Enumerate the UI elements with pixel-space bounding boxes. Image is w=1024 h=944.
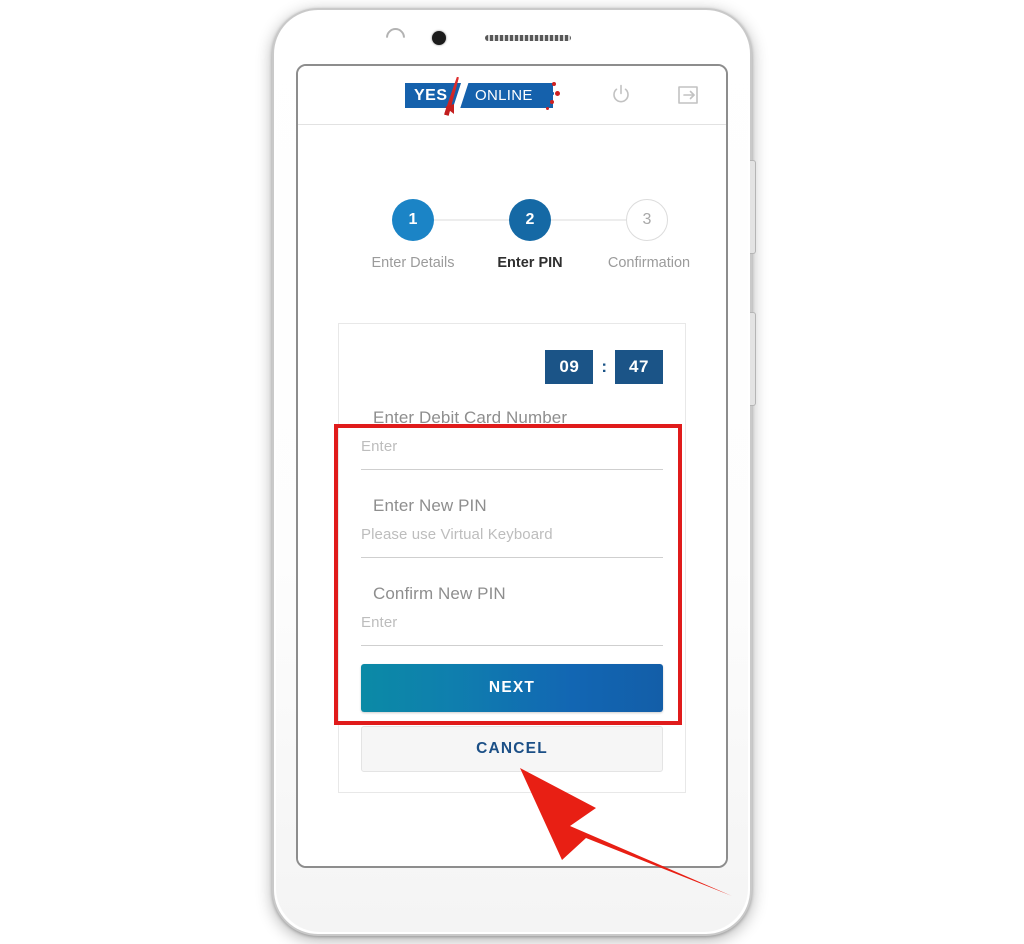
progress-stepper: 1 2 3 Enter Details Enter PIN Confirmati…: [327, 125, 697, 301]
front-camera-icon: [432, 31, 446, 45]
screenshot-root: YES ONLINE 1 2 3 Enter Details Enter PIN…: [0, 0, 1024, 944]
field-new-pin: Enter New PIN Please use Virtual Keyboar…: [339, 470, 685, 558]
logo-text-online: ONLINE: [475, 87, 533, 104]
volume-button[interactable]: [750, 160, 756, 254]
pin-form-card: 09 : 47 Enter Debit Card Number Enter En…: [338, 323, 686, 793]
input-debit-card-number[interactable]: Enter: [361, 438, 663, 470]
step-circle-3[interactable]: 3: [626, 199, 668, 241]
step-circle-2[interactable]: 2: [509, 199, 551, 241]
step-number-1: 1: [408, 211, 418, 228]
step-number-2: 2: [525, 211, 535, 228]
label-debit-card-number: Enter Debit Card Number: [373, 408, 568, 427]
phone-screen: YES ONLINE 1 2 3 Enter Details Enter PIN…: [296, 64, 728, 868]
cancel-button[interactable]: CANCEL: [361, 726, 663, 772]
field-confirm-new-pin: Confirm New PIN Enter: [339, 558, 685, 646]
step-label-enter-pin: Enter PIN: [497, 255, 563, 271]
timer-minutes: 09: [545, 350, 594, 384]
phone-power-button[interactable]: [750, 312, 756, 406]
countdown-timer: 09 : 47: [339, 324, 685, 400]
step-number-3: 3: [642, 211, 652, 228]
step-circle-1[interactable]: 1: [392, 199, 434, 241]
field-debit-card-number: Enter Debit Card Number Enter: [339, 400, 685, 470]
power-icon[interactable]: [609, 83, 633, 107]
app-header: YES ONLINE: [298, 66, 726, 125]
step-label-confirmation: Confirmation: [607, 255, 691, 271]
yes-online-logo: YES ONLINE: [405, 80, 560, 110]
label-confirm-new-pin: Confirm New PIN: [373, 584, 506, 603]
logout-icon[interactable]: [676, 83, 700, 107]
card-actions: NEXT CANCEL: [339, 646, 685, 792]
logo-motion-dashes-icon: [533, 80, 560, 110]
next-button[interactable]: NEXT: [361, 664, 663, 712]
input-confirm-new-pin[interactable]: Enter: [361, 614, 663, 646]
input-new-pin[interactable]: Please use Virtual Keyboard: [361, 526, 663, 558]
timer-seconds: 47: [615, 350, 663, 384]
label-new-pin: Enter New PIN: [373, 496, 487, 515]
step-label-enter-details: Enter Details: [371, 255, 455, 271]
app-content: 1 2 3 Enter Details Enter PIN Confirmati…: [298, 125, 726, 866]
logo-text-yes: YES: [414, 87, 448, 104]
stepper-connector-2: [549, 219, 633, 221]
stepper-connector-1: [431, 219, 515, 221]
timer-separator: :: [601, 357, 607, 376]
earpiece-speaker-icon: [485, 35, 571, 41]
